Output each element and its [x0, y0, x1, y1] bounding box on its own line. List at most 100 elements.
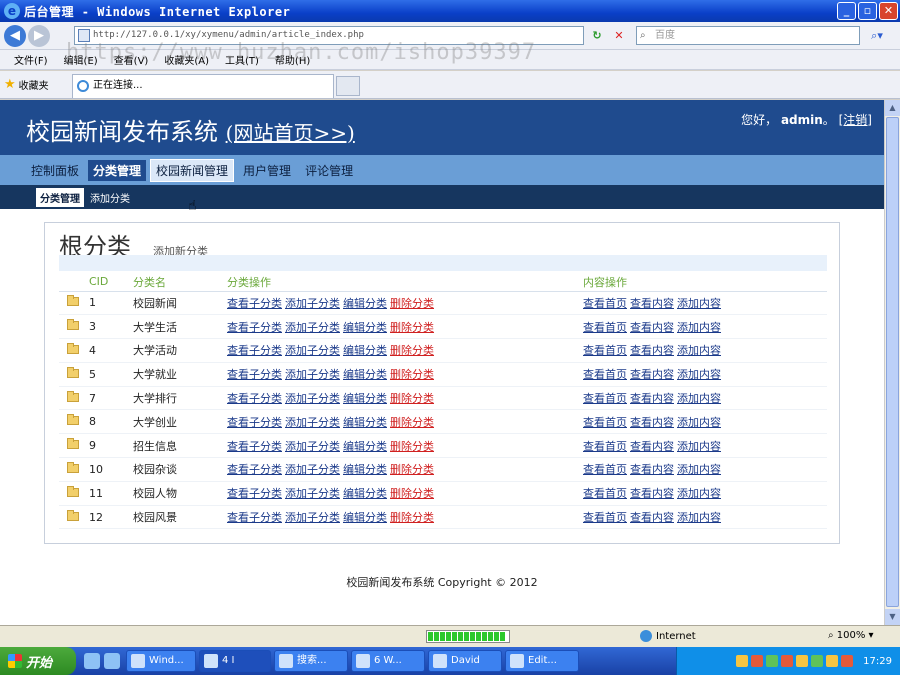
cat-action-link[interactable]: 查看子分类: [227, 297, 282, 310]
forward-button[interactable]: ▶: [28, 24, 50, 47]
cat-action-link[interactable]: 删除分类: [390, 297, 434, 310]
content-action-link[interactable]: 查看内容: [630, 487, 674, 500]
tray-icon[interactable]: [826, 655, 839, 667]
cat-action-link[interactable]: 删除分类: [390, 511, 434, 524]
cat-action-link[interactable]: 添加子分类: [285, 416, 340, 429]
taskbar-button[interactable]: 4 I: [199, 650, 271, 672]
nav-comment-management[interactable]: 评论管理: [300, 160, 358, 181]
cat-action-link[interactable]: 添加子分类: [285, 392, 340, 405]
cat-action-link[interactable]: 添加子分类: [285, 344, 340, 357]
scroll-thumb[interactable]: [886, 117, 899, 607]
taskbar-button[interactable]: 搜索...: [274, 650, 348, 672]
cat-action-link[interactable]: 编辑分类: [343, 344, 387, 357]
taskbar-button[interactable]: 6 W...: [351, 650, 425, 672]
menu-file[interactable]: 文件(F): [14, 52, 48, 67]
tray-icon[interactable]: [751, 655, 764, 667]
maximize-button[interactable]: ▫: [858, 2, 877, 20]
site-home-link[interactable]: (网站首页>>): [226, 121, 355, 145]
stop-icon[interactable]: ✕: [610, 27, 628, 45]
logout-link[interactable]: [注销]: [839, 113, 872, 127]
zoom-level[interactable]: ⌕ 100% ▾: [828, 630, 874, 641]
cat-action-link[interactable]: 查看子分类: [227, 344, 282, 357]
cat-action-link[interactable]: 编辑分类: [343, 321, 387, 334]
cat-action-link[interactable]: 添加子分类: [285, 463, 340, 476]
content-action-link[interactable]: 查看首页: [583, 392, 627, 405]
content-action-link[interactable]: 查看首页: [583, 440, 627, 453]
content-action-link[interactable]: 添加内容: [677, 440, 721, 453]
content-action-link[interactable]: 查看内容: [630, 440, 674, 453]
content-action-link[interactable]: 添加内容: [677, 392, 721, 405]
cat-action-link[interactable]: 编辑分类: [343, 511, 387, 524]
cat-action-link[interactable]: 删除分类: [390, 344, 434, 357]
search-go-icon[interactable]: ⌕▾: [864, 27, 890, 45]
vertical-scrollbar[interactable]: ▲ ▼: [884, 100, 900, 625]
nav-category-management[interactable]: 分类管理: [88, 159, 147, 181]
search-input[interactable]: ⌕ 百度: [636, 26, 860, 45]
cat-action-link[interactable]: 编辑分类: [343, 416, 387, 429]
content-action-link[interactable]: 查看内容: [630, 392, 674, 405]
scroll-up-icon[interactable]: ▲: [885, 100, 900, 116]
quick-launch-ie-icon[interactable]: [84, 653, 100, 669]
cat-action-link[interactable]: 查看子分类: [227, 440, 282, 453]
content-action-link[interactable]: 添加内容: [677, 297, 721, 310]
cat-action-link[interactable]: 编辑分类: [343, 392, 387, 405]
minimize-button[interactable]: _: [837, 2, 856, 20]
cat-action-link[interactable]: 查看子分类: [227, 321, 282, 334]
content-action-link[interactable]: 查看内容: [630, 344, 674, 357]
nav-user-management[interactable]: 用户管理: [238, 160, 296, 181]
content-action-link[interactable]: 查看内容: [630, 321, 674, 334]
content-action-link[interactable]: 查看首页: [583, 321, 627, 334]
browser-tab[interactable]: 正在连接...: [72, 74, 334, 98]
cat-action-link[interactable]: 添加子分类: [285, 440, 340, 453]
content-action-link[interactable]: 查看首页: [583, 344, 627, 357]
content-action-link[interactable]: 查看首页: [583, 416, 627, 429]
cat-action-link[interactable]: 编辑分类: [343, 463, 387, 476]
cat-action-link[interactable]: 查看子分类: [227, 511, 282, 524]
tray-icon[interactable]: [736, 655, 749, 667]
cat-action-link[interactable]: 查看子分类: [227, 416, 282, 429]
tray-icon[interactable]: [811, 655, 824, 667]
content-action-link[interactable]: 添加内容: [677, 487, 721, 500]
taskbar-button[interactable]: Wind...: [126, 650, 196, 672]
start-button[interactable]: 开始: [0, 647, 76, 675]
content-action-link[interactable]: 添加内容: [677, 321, 721, 334]
taskbar-button[interactable]: David: [428, 650, 502, 672]
new-tab-button[interactable]: [336, 76, 360, 96]
content-action-link[interactable]: 查看内容: [630, 416, 674, 429]
content-action-link[interactable]: 查看首页: [583, 297, 627, 310]
cat-action-link[interactable]: 删除分类: [390, 463, 434, 476]
cat-action-link[interactable]: 添加子分类: [285, 321, 340, 334]
cat-action-link[interactable]: 查看子分类: [227, 487, 282, 500]
cat-action-link[interactable]: 编辑分类: [343, 440, 387, 453]
content-action-link[interactable]: 查看内容: [630, 463, 674, 476]
tray-icon[interactable]: [796, 655, 809, 667]
favorites-button[interactable]: ★ 收藏夹: [4, 77, 49, 92]
cat-action-link[interactable]: 添加子分类: [285, 297, 340, 310]
cat-action-link[interactable]: 添加子分类: [285, 368, 340, 381]
subnav-add-category[interactable]: 添加分类: [86, 188, 134, 207]
content-action-link[interactable]: 查看首页: [583, 463, 627, 476]
cat-action-link[interactable]: 删除分类: [390, 392, 434, 405]
back-button[interactable]: ◀: [4, 24, 26, 47]
cat-action-link[interactable]: 添加子分类: [285, 511, 340, 524]
scroll-down-icon[interactable]: ▼: [885, 609, 900, 625]
content-action-link[interactable]: 查看内容: [630, 368, 674, 381]
content-action-link[interactable]: 查看首页: [583, 487, 627, 500]
content-action-link[interactable]: 查看首页: [583, 368, 627, 381]
refresh-icon[interactable]: ↻: [588, 27, 606, 45]
cat-action-link[interactable]: 查看子分类: [227, 463, 282, 476]
close-button[interactable]: ✕: [879, 2, 898, 20]
tray-icon[interactable]: [841, 655, 854, 667]
cat-action-link[interactable]: 删除分类: [390, 368, 434, 381]
cat-action-link[interactable]: 编辑分类: [343, 368, 387, 381]
content-action-link[interactable]: 添加内容: [677, 511, 721, 524]
subnav-category-management[interactable]: 分类管理: [36, 187, 84, 207]
content-action-link[interactable]: 查看内容: [630, 297, 674, 310]
cat-action-link[interactable]: 查看子分类: [227, 368, 282, 381]
content-action-link[interactable]: 添加内容: [677, 416, 721, 429]
cat-action-link[interactable]: 删除分类: [390, 440, 434, 453]
content-action-link[interactable]: 查看内容: [630, 511, 674, 524]
cat-action-link[interactable]: 删除分类: [390, 321, 434, 334]
cat-action-link[interactable]: 删除分类: [390, 416, 434, 429]
quick-launch-folder-icon[interactable]: [104, 653, 120, 669]
